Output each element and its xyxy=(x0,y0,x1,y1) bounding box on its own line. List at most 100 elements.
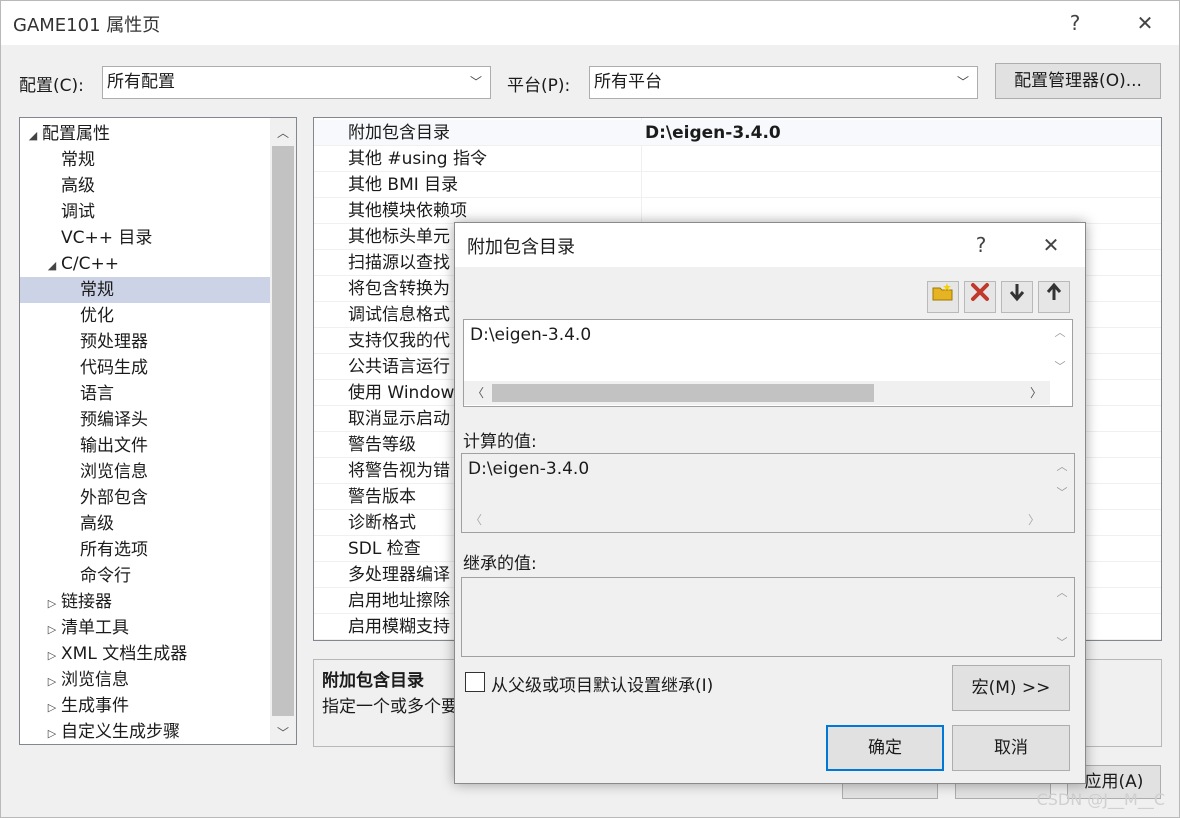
property-name: 警告版本 xyxy=(348,487,416,507)
arrow-down-icon xyxy=(1009,284,1025,302)
property-name: 其他模块依赖项 xyxy=(348,201,467,221)
expand-arrow-icon[interactable]: ▷ xyxy=(43,591,61,617)
scroll-right-icon[interactable]: 〉 xyxy=(1024,381,1048,405)
inherit-checkbox[interactable] xyxy=(465,672,485,692)
scroll-up-icon[interactable]: ︿ xyxy=(1050,582,1074,604)
tree-item[interactable]: 外部包含 xyxy=(20,485,270,511)
tree-item[interactable]: 浏览信息 xyxy=(20,459,270,485)
move-up-button[interactable] xyxy=(1038,281,1070,313)
cancel-button[interactable]: 取消 xyxy=(952,725,1070,771)
tree-item[interactable]: ▷ 清单工具 xyxy=(20,615,270,641)
list-hscroll-thumb[interactable] xyxy=(492,384,874,402)
tree-item[interactable]: ◢ 配置属性 xyxy=(20,121,270,147)
expand-arrow-icon[interactable]: ▷ xyxy=(43,643,61,669)
expand-arrow-icon[interactable]: ▷ xyxy=(43,695,61,721)
tree-item[interactable]: 优化 xyxy=(20,303,270,329)
scroll-up-icon[interactable]: ︿ xyxy=(1048,322,1072,344)
tree-item-label: 高级 xyxy=(61,176,95,196)
tree-item[interactable]: ▷ XML 文档生成器 xyxy=(20,641,270,667)
macro-button[interactable]: 宏(M) >> xyxy=(952,665,1070,711)
scroll-right-icon[interactable]: 〉 xyxy=(1022,508,1046,532)
watermark: CSDN @J__M__C xyxy=(1036,790,1165,809)
tree-item-label: 命令行 xyxy=(80,566,131,586)
expand-arrow-icon[interactable]: ▷ xyxy=(43,669,61,695)
scroll-down-icon[interactable]: ﹀ xyxy=(1048,356,1072,378)
property-name: 警告等级 xyxy=(348,435,416,455)
property-row[interactable]: 其他 BMI 目录 xyxy=(314,172,1161,198)
tree-item-label: 预编译头 xyxy=(80,410,148,430)
tree-scroll-thumb[interactable] xyxy=(272,146,294,716)
delete-line-button[interactable] xyxy=(964,281,996,313)
arrow-up-icon xyxy=(1046,282,1062,300)
scroll-up-icon[interactable]: ︿ xyxy=(1050,456,1074,478)
scroll-down-icon[interactable]: ﹀ xyxy=(270,720,296,744)
list-hscroll[interactable]: 〈 〉 xyxy=(464,381,1050,405)
platform-select[interactable]: 所有平台 ﹀ xyxy=(589,66,978,99)
tree-item[interactable]: 常规 xyxy=(20,147,270,173)
computed-vscroll[interactable]: ︿ ﹀ xyxy=(1050,454,1074,516)
property-row[interactable]: 其他模块依赖项 xyxy=(314,198,1161,224)
config-label: 配置(C): xyxy=(19,76,84,96)
config-select[interactable]: 所有配置 ﹀ xyxy=(102,66,491,99)
tree-item[interactable]: 语言 xyxy=(20,381,270,407)
scroll-up-icon[interactable]: ︿ xyxy=(270,120,296,146)
tree-item[interactable]: 输出文件 xyxy=(20,433,270,459)
tree-item[interactable]: ▷ 链接器 xyxy=(20,589,270,615)
property-row[interactable]: 其他 #using 指令 xyxy=(314,146,1161,172)
tree-item[interactable]: ◢ C/C++ xyxy=(20,251,270,277)
computed-values-box: D:\eigen-3.4.0 ︿ ﹀ 〈 〉 xyxy=(461,453,1075,533)
property-tree: ◢ 配置属性 常规 高级 调试 VC++ 目录 ◢ C/C++ 常规 优化 预处理器 代码生成 语言 预编… xyxy=(19,117,297,745)
tree-item-label: 输出文件 xyxy=(80,436,148,456)
expand-arrow-icon[interactable]: ▷ xyxy=(43,721,61,744)
tree-item[interactable]: ▷ 自定义生成步骤 xyxy=(20,719,270,744)
include-dir-entry[interactable]: D:\eigen-3.4.0 xyxy=(470,322,591,348)
property-value[interactable]: D:\eigen-3.4.0 xyxy=(645,120,781,146)
tree-item[interactable]: 预处理器 xyxy=(20,329,270,355)
tree-item[interactable]: 代码生成 xyxy=(20,355,270,381)
inherit-checkbox-label[interactable]: 从父级或项目默认设置继承(I) xyxy=(491,671,713,696)
tree-item[interactable]: 所有选项 xyxy=(20,537,270,563)
config-manager-button[interactable]: 配置管理器(O)... xyxy=(995,63,1161,99)
move-down-button[interactable] xyxy=(1001,281,1033,313)
tree-item[interactable]: 预编译头 xyxy=(20,407,270,433)
ok-button[interactable]: 确定 xyxy=(826,725,944,771)
tree-item[interactable]: 高级 xyxy=(20,511,270,537)
tree-item[interactable]: 调试 xyxy=(20,199,270,225)
scroll-down-icon[interactable]: ﹀ xyxy=(1050,632,1074,654)
computed-label: 计算的值: xyxy=(463,432,537,452)
description-title: 附加包含目录 xyxy=(322,671,424,691)
tree-item[interactable]: 命令行 xyxy=(20,563,270,589)
description-text: 指定一个或多个要 xyxy=(322,697,458,717)
property-row[interactable]: 附加包含目录 D:\eigen-3.4.0 xyxy=(314,120,1161,146)
collapse-arrow-icon[interactable]: ◢ xyxy=(43,253,61,279)
tree-item-label: 代码生成 xyxy=(80,358,148,378)
list-vscroll[interactable]: ︿ ﹀ xyxy=(1048,320,1072,382)
dialog-help-button[interactable]: ? xyxy=(961,229,1001,261)
expand-arrow-icon[interactable]: ▷ xyxy=(43,617,61,643)
scroll-down-icon[interactable]: ﹀ xyxy=(1050,482,1074,504)
dialog-close-button[interactable]: ✕ xyxy=(1031,229,1071,261)
help-button[interactable]: ? xyxy=(1055,7,1095,39)
property-name: 启用地址擦除 xyxy=(348,591,450,611)
tree-item[interactable]: ▷ 浏览信息 xyxy=(20,667,270,693)
scroll-left-icon[interactable]: 〈 xyxy=(464,508,488,532)
tree-item[interactable]: ▷ 生成事件 xyxy=(20,693,270,719)
title-bar: GAME101 属性页 ? ✕ xyxy=(1,1,1179,45)
scroll-left-icon[interactable]: 〈 xyxy=(466,381,490,405)
new-line-button[interactable] xyxy=(927,281,959,313)
collapse-arrow-icon[interactable]: ◢ xyxy=(24,123,42,149)
tree-item[interactable]: 常规 xyxy=(20,277,270,303)
inherited-vscroll[interactable]: ︿ ﹀ xyxy=(1050,578,1074,656)
close-button[interactable]: ✕ xyxy=(1125,7,1165,39)
property-name: 将包含转换为 xyxy=(348,279,450,299)
tree-item-label: 常规 xyxy=(61,150,95,170)
include-dirs-dialog: 附加包含目录 ? ✕ D:\eigen-3.4.0 ︿ ﹀ 〈 〉 计算的值: … xyxy=(454,222,1086,784)
computed-hscroll[interactable]: 〈 〉 xyxy=(462,508,1048,532)
tree-scrollbar[interactable]: ︿ ﹀ xyxy=(270,118,296,744)
tree-item[interactable]: 高级 xyxy=(20,173,270,199)
tree-item[interactable]: VC++ 目录 xyxy=(20,225,270,251)
include-dirs-list[interactable]: D:\eigen-3.4.0 ︿ ﹀ 〈 〉 xyxy=(463,319,1073,407)
delete-x-icon xyxy=(971,283,989,301)
tree-item-label: 配置属性 xyxy=(42,124,110,144)
dialog-title-bar: 附加包含目录 ? ✕ xyxy=(455,223,1085,267)
